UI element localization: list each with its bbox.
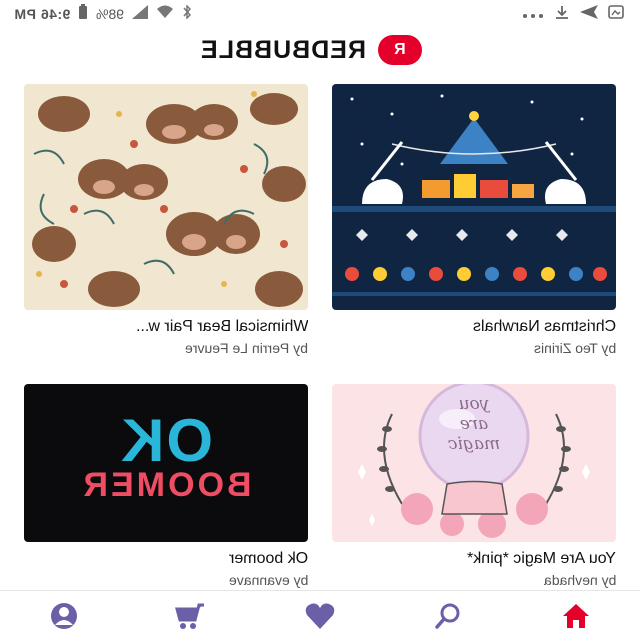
product-card[interactable]: you are magic You Are Magic *pink* by ne… — [332, 384, 616, 588]
product-title[interactable]: Whimsical Bear Pair w... — [24, 318, 308, 336]
screenshot-icon — [608, 5, 624, 22]
brand-badge-letter: R — [394, 41, 406, 58]
artwork-magic-line: magic — [447, 434, 501, 454]
product-image-you-are-magic[interactable]: you are magic — [332, 384, 616, 542]
status-bar: 9:46 PM 98% — [0, 0, 640, 26]
product-title[interactable]: Ok boomer — [24, 550, 308, 568]
product-image-ok-boomer[interactable]: OK BOOMER — [24, 384, 308, 542]
product-title[interactable]: Christmas Narwhals — [332, 318, 616, 336]
product-image-narwhals[interactable] — [332, 84, 616, 310]
wifi-icon — [156, 5, 174, 22]
clock: 9:46 PM — [14, 5, 71, 22]
product-artist-text: by evannave — [228, 572, 308, 588]
search-icon[interactable] — [418, 591, 478, 641]
artwork-magic-text: you are magic — [424, 394, 524, 454]
account-icon[interactable] — [34, 591, 94, 641]
product-title[interactable]: You Are Magic *pink* — [332, 550, 616, 568]
battery-icon — [78, 4, 88, 23]
brand-badge: R — [377, 35, 422, 65]
status-left: 9:46 PM 98% — [14, 4, 192, 23]
product-artist-text: by Perrin Le Feuvre — [185, 340, 308, 356]
artwork-boomer: BOOMER — [80, 466, 252, 504]
product-card[interactable]: OK BOOMER Ok boomer by evannave — [24, 384, 308, 594]
heart-icon[interactable] — [290, 591, 350, 641]
artwork-magic-line: you — [458, 394, 490, 414]
artwork-magic-line: are — [459, 414, 489, 434]
product-artist-text: by nevhada — [543, 572, 616, 588]
product-title-text: You Are Magic *pink* — [467, 550, 616, 567]
battery-level: 98% — [96, 5, 125, 22]
product-artist-text: by Teo Zirinis — [533, 340, 616, 356]
send-icon — [580, 5, 598, 22]
cart-icon[interactable] — [160, 591, 220, 641]
home-icon[interactable] — [546, 591, 606, 641]
product-image-bears[interactable] — [24, 84, 308, 310]
brand-name: REDBUBBLE — [200, 35, 366, 64]
product-artist[interactable]: by Teo Zirinis — [332, 340, 616, 356]
bluetooth-icon — [182, 4, 192, 22]
dots-icon — [522, 6, 544, 22]
redbubble-logo[interactable]: REDBUBBLE R — [200, 34, 450, 66]
product-card[interactable]: Whimsical Bear Pair w... by Perrin Le Fe… — [24, 84, 308, 356]
product-title-text: Christmas Narwhals — [472, 318, 616, 335]
status-right — [522, 4, 624, 23]
download-icon — [554, 4, 570, 23]
product-card[interactable]: Christmas Narwhals by Teo Zirinis — [332, 84, 616, 356]
artwork-ok: OK — [119, 407, 213, 474]
product-title-text: Ok boomer — [228, 550, 308, 567]
product-title-text: Whimsical Bear Pair w... — [135, 318, 308, 335]
product-artist[interactable]: by evannave — [24, 572, 308, 588]
product-artist[interactable]: by Perrin Le Feuvre — [24, 340, 308, 356]
bottom-navigation — [0, 590, 640, 641]
product-artist[interactable]: by nevhada — [332, 572, 616, 588]
signal-icon — [132, 5, 149, 22]
